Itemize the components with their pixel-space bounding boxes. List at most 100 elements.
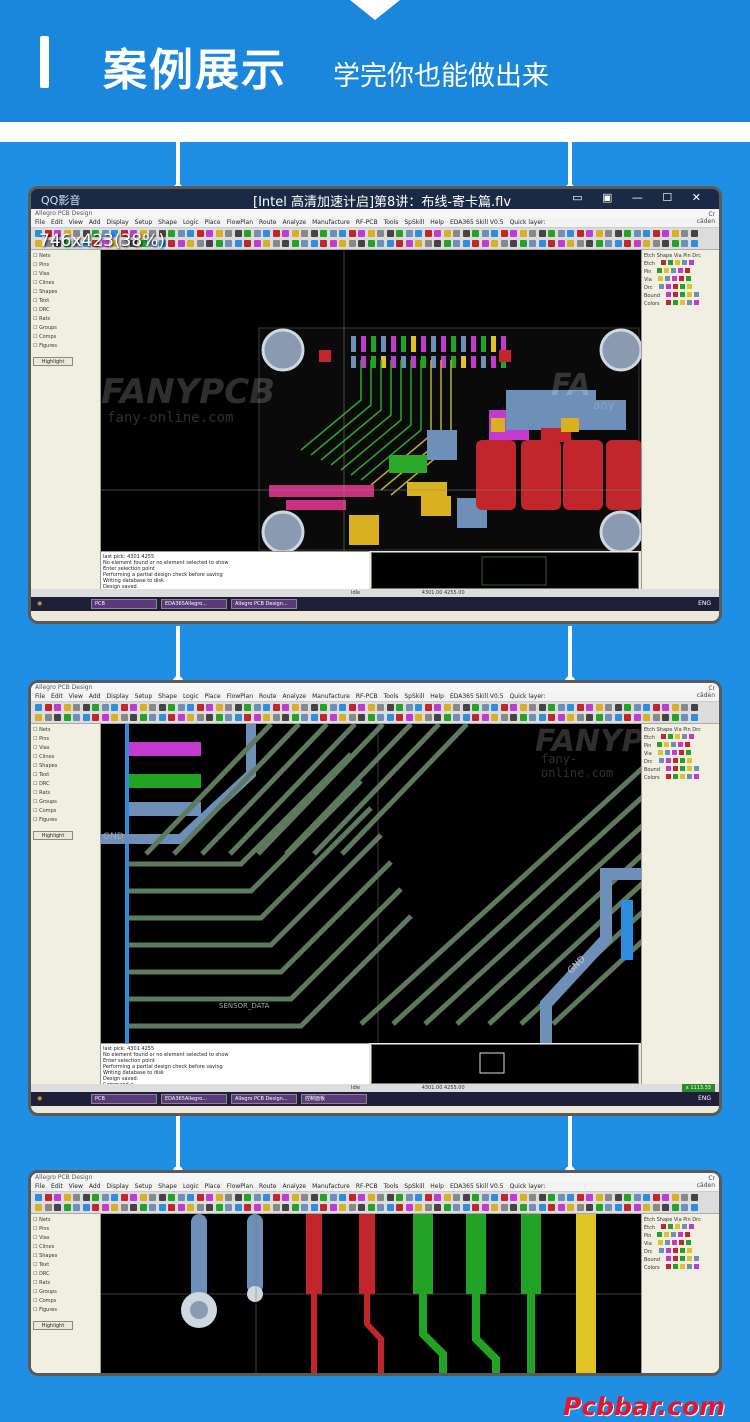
toolbar-tool-icon[interactable] xyxy=(396,1204,403,1211)
toolbar-tool-icon[interactable] xyxy=(595,714,603,721)
color-swatch[interactable] xyxy=(686,300,692,305)
toolbar-tool-icon[interactable] xyxy=(291,1204,299,1211)
toolbar-tool-icon[interactable] xyxy=(168,704,175,711)
toolbar-tool-icon[interactable] xyxy=(358,240,365,247)
toolbar-tool-icon[interactable] xyxy=(263,704,270,711)
toolbar-tool-icon[interactable] xyxy=(206,230,213,237)
toolbar-tool-icon[interactable] xyxy=(63,1194,71,1201)
toolbar-tool-icon[interactable] xyxy=(348,240,356,247)
find-option-row[interactable]: ☐ Clines xyxy=(33,753,98,762)
toolbar-tool-icon[interactable] xyxy=(491,1204,498,1211)
toolbar-tool-icon[interactable] xyxy=(168,1194,175,1201)
toolbar-tool-icon[interactable] xyxy=(272,1204,280,1211)
toolbar-tool-icon[interactable] xyxy=(272,1194,280,1201)
toolbar-tool-icon[interactable] xyxy=(415,240,422,247)
toolbar-tool-icon[interactable] xyxy=(519,1194,527,1201)
toolbar-tool-icon[interactable] xyxy=(244,714,251,721)
toolbar-tool-icon[interactable] xyxy=(177,714,185,721)
color-swatch[interactable] xyxy=(675,734,681,739)
toolbar-tool-icon[interactable] xyxy=(101,714,109,721)
toolbar-tool-icon[interactable] xyxy=(253,714,261,721)
find-option-row[interactable]: ☐ Rats xyxy=(33,315,98,324)
toolbar-tool-icon[interactable] xyxy=(415,704,422,711)
toolbar-tool-icon[interactable] xyxy=(529,240,536,247)
toolbar-tool-icon[interactable] xyxy=(310,1194,318,1201)
menu-item[interactable]: Setup xyxy=(135,1183,152,1190)
color-swatch[interactable] xyxy=(693,1264,699,1269)
toolbar-tool-icon[interactable] xyxy=(358,1194,365,1201)
color-swatch[interactable] xyxy=(680,766,686,771)
toolbar-tool-icon[interactable] xyxy=(253,240,261,247)
toolbar-tool-icon[interactable] xyxy=(225,1194,232,1201)
menu-item[interactable]: Quick layer: xyxy=(510,219,546,226)
toolbar-tool-icon[interactable] xyxy=(73,1194,80,1201)
toolbar-tool-icon[interactable] xyxy=(187,230,194,237)
color-swatch[interactable] xyxy=(694,1256,700,1261)
find-options-pane[interactable]: ☐ Nets ☐ Pins ☐ Vias ☐ Clines ☐ Shapes ☐ Text… xyxy=(31,250,101,589)
toolbar-tool-icon[interactable] xyxy=(320,714,327,721)
toolbar-tool-icon[interactable] xyxy=(424,1194,432,1201)
app-toolbar[interactable] xyxy=(31,702,719,724)
menu-item[interactable]: Help xyxy=(430,219,444,226)
find-option-row[interactable]: ☐ Shapes xyxy=(33,288,98,297)
color-swatch[interactable] xyxy=(672,1264,678,1269)
toolbar-tool-icon[interactable] xyxy=(614,714,622,721)
color-swatch[interactable] xyxy=(658,284,664,289)
toolbar-tool-icon[interactable] xyxy=(548,714,555,721)
toolbar-tool-icon[interactable] xyxy=(472,704,479,711)
toolbar-tool-icon[interactable] xyxy=(234,1204,242,1211)
toolbar-tool-icon[interactable] xyxy=(491,1194,498,1201)
color-swatch[interactable] xyxy=(657,268,663,273)
find-option-row[interactable]: ☐ Vias xyxy=(33,744,98,753)
color-swatches[interactable] xyxy=(661,260,696,268)
menu-item[interactable]: Route xyxy=(259,219,276,226)
color-swatches[interactable] xyxy=(657,268,692,276)
toolbar-tool-icon[interactable] xyxy=(453,230,460,237)
toolbar-tool-icon[interactable] xyxy=(234,714,242,721)
color-swatches[interactable] xyxy=(657,750,693,758)
toolbar-tool-icon[interactable] xyxy=(130,1204,137,1211)
color-swatches[interactable] xyxy=(665,300,701,308)
color-swatch[interactable] xyxy=(686,284,692,289)
pcb-canvas[interactable] xyxy=(101,1214,641,1373)
toolbar-tool-icon[interactable] xyxy=(662,1194,669,1201)
toolbar-tool-icon[interactable] xyxy=(263,714,270,721)
toolbar-tool-icon[interactable] xyxy=(595,1194,603,1201)
toolbar-tool-icon[interactable] xyxy=(386,230,394,237)
find-option-row[interactable]: ☐ DRC xyxy=(33,1270,98,1279)
toolbar-tool-icon[interactable] xyxy=(215,1194,223,1201)
visibility-pane[interactable]: Etch Shape Via Pin Drc Etch Pin Via Drc Bound… xyxy=(641,250,719,589)
toolbar-tool-icon[interactable] xyxy=(386,704,394,711)
toolbar-tool-icon[interactable] xyxy=(510,714,517,721)
find-option-row[interactable]: ☐ Rats xyxy=(33,789,98,798)
color-swatch[interactable] xyxy=(665,758,671,763)
toolbar-tool-icon[interactable] xyxy=(633,240,641,247)
toolbar-tool-icon[interactable] xyxy=(367,1194,375,1201)
toolbar-tool-icon[interactable] xyxy=(548,1194,555,1201)
color-swatch[interactable] xyxy=(657,742,663,747)
find-option-row[interactable]: ☐ Rats xyxy=(33,1279,98,1288)
toolbar-tool-icon[interactable] xyxy=(462,714,470,721)
toolbar-tool-icon[interactable] xyxy=(500,240,508,247)
toolbar-tool-icon[interactable] xyxy=(462,1204,470,1211)
color-swatch[interactable] xyxy=(665,300,671,305)
toolbar-tool-icon[interactable] xyxy=(158,1204,166,1211)
pcb-canvas[interactable]: FANYPCB fany-online.com FA any xyxy=(101,250,641,551)
tray-language[interactable]: ENG xyxy=(698,597,711,611)
toolbar-tool-icon[interactable] xyxy=(149,1194,156,1201)
toolbar-tool-icon[interactable] xyxy=(462,704,470,711)
toolbar-tool-icon[interactable] xyxy=(576,1204,584,1211)
color-swatch[interactable] xyxy=(664,268,670,273)
color-swatches[interactable] xyxy=(661,1224,696,1232)
toolbar-tool-icon[interactable] xyxy=(196,714,204,721)
color-swatch[interactable] xyxy=(664,742,670,747)
color-swatch[interactable] xyxy=(664,750,670,755)
toolbar-tool-icon[interactable] xyxy=(557,240,565,247)
toolbar-tool-icon[interactable] xyxy=(671,1204,679,1211)
menu-item[interactable]: Shape xyxy=(158,1183,177,1190)
color-swatch[interactable] xyxy=(679,774,685,779)
color-swatch[interactable] xyxy=(666,292,672,297)
toolbar-tool-icon[interactable] xyxy=(215,714,223,721)
toolbar-tool-icon[interactable] xyxy=(367,240,375,247)
toolbar-tool-icon[interactable] xyxy=(301,240,308,247)
